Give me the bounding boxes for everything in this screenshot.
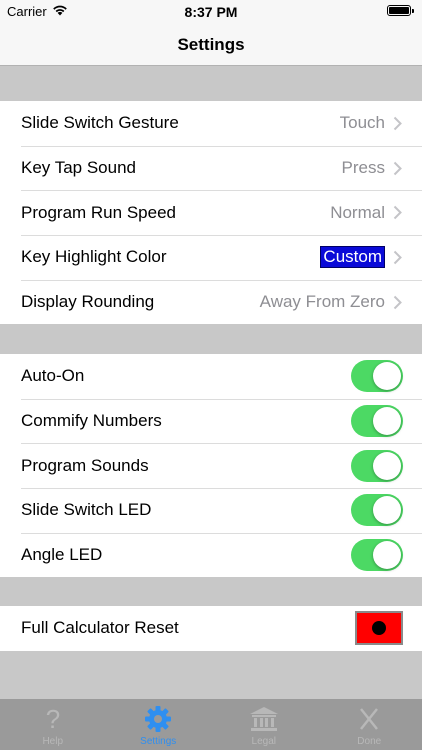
- row-label: Slide Switch Gesture: [21, 113, 179, 133]
- row-label: Full Calculator Reset: [21, 618, 179, 638]
- settings-row-program-run-speed[interactable]: Program Run Speed Normal: [0, 190, 422, 235]
- row-label: Program Run Speed: [21, 202, 176, 222]
- tab-label: Help: [42, 736, 64, 747]
- battery-icon: [387, 5, 414, 16]
- chevron-right-icon: [393, 160, 403, 176]
- row-label: Commify Numbers: [21, 411, 162, 431]
- settings-row-angle-led: Angle LED: [0, 532, 422, 578]
- row-label: Key Highlight Color: [21, 247, 167, 267]
- tab-label: Legal: [251, 736, 276, 747]
- program-sounds-toggle[interactable]: [351, 449, 403, 482]
- toggle-settings-section: Auto-On Commify Numbers Program Sounds S…: [0, 354, 422, 578]
- x-icon: [357, 704, 381, 734]
- svg-text:?: ?: [46, 705, 60, 733]
- tab-label: Settings: [140, 736, 177, 747]
- row-label: Slide Switch LED: [21, 500, 152, 520]
- status-time: 8:37 PM: [184, 4, 238, 20]
- tab-legal[interactable]: Legal: [211, 699, 317, 750]
- settings-row-slide-switch-gesture[interactable]: Slide Switch Gesture Touch: [0, 101, 422, 146]
- settings-row-program-sounds: Program Sounds: [0, 443, 422, 488]
- row-label: Auto-On: [21, 366, 85, 386]
- settings-row-key-tap-sound[interactable]: Key Tap Sound Press: [0, 145, 422, 191]
- row-label: Key Tap Sound: [21, 158, 136, 178]
- tab-label: Done: [357, 736, 382, 747]
- row-label: Program Sounds: [21, 455, 149, 475]
- settings-row-slide-switch-led: Slide Switch LED: [0, 488, 422, 533]
- tab-bar: ? Help Settings Legal Done: [0, 699, 422, 750]
- tab-settings[interactable]: Settings: [106, 699, 212, 750]
- row-value: Touch: [339, 113, 385, 133]
- navigation-bar: Settings: [0, 24, 422, 66]
- settings-row-display-rounding[interactable]: Display Rounding Away From Zero: [0, 279, 422, 325]
- commify-numbers-toggle[interactable]: [351, 405, 403, 438]
- row-value: Press: [341, 158, 385, 178]
- row-value: Normal: [330, 202, 385, 222]
- row-label: Display Rounding: [21, 292, 155, 312]
- page-title: Settings: [177, 34, 245, 54]
- settings-row-key-highlight-color[interactable]: Key Highlight Color Custom: [0, 235, 422, 280]
- settings-row-full-calculator-reset: Full Calculator Reset: [0, 606, 422, 651]
- gear-icon: [144, 704, 172, 734]
- bank-icon: [249, 704, 279, 734]
- chevron-right-icon: [393, 205, 403, 221]
- chevron-right-icon: [393, 249, 403, 265]
- settings-row-commify-numbers: Commify Numbers: [0, 398, 422, 444]
- general-settings-section: Slide Switch Gesture Touch Key Tap Sound…: [0, 101, 422, 325]
- auto-on-toggle[interactable]: [351, 360, 403, 393]
- reset-section: Full Calculator Reset: [0, 606, 422, 651]
- tab-help[interactable]: ? Help: [0, 699, 106, 750]
- status-bar: Carrier 8:37 PM: [0, 0, 422, 24]
- chevron-right-icon: [393, 115, 403, 131]
- reset-button[interactable]: [355, 611, 403, 646]
- settings-row-auto-on: Auto-On: [0, 354, 422, 399]
- slide-switch-led-toggle[interactable]: [351, 494, 403, 527]
- row-value: Custom: [320, 246, 385, 269]
- chevron-right-icon: [393, 294, 403, 310]
- row-value: Away From Zero: [259, 292, 385, 312]
- angle-led-toggle[interactable]: [351, 539, 403, 572]
- tab-done[interactable]: Done: [317, 699, 422, 750]
- row-label: Angle LED: [21, 545, 103, 565]
- question-icon: ?: [43, 704, 63, 734]
- reset-dot-icon: [372, 621, 386, 636]
